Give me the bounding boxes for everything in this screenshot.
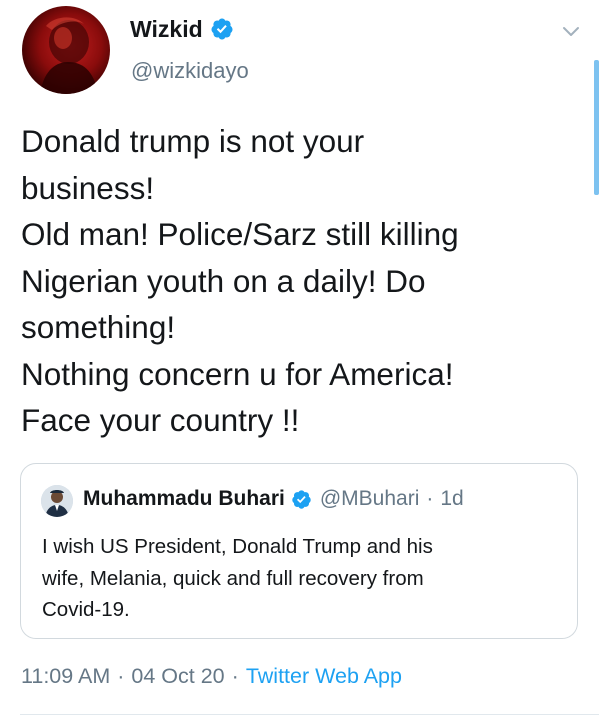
author-name[interactable]: Wizkid	[130, 14, 203, 44]
author-handle[interactable]: @wizkidayo	[131, 56, 249, 86]
verified-badge-icon	[291, 489, 312, 510]
author-name-row[interactable]: Wizkid	[130, 14, 234, 44]
separator-dot: ·	[117, 664, 125, 688]
author-avatar[interactable]	[22, 6, 110, 94]
quoted-author-name[interactable]: Muhammadu Buhari	[83, 484, 285, 514]
verified-badge-icon	[210, 17, 234, 41]
profile-photo-icon	[40, 17, 98, 94]
separator-dot: ·	[426, 487, 434, 510]
tweet-time[interactable]: 11:09 AM	[21, 664, 110, 688]
tweet-source-link[interactable]: Twitter Web App	[246, 664, 402, 688]
tweet-date[interactable]: 04 Oct 20	[131, 664, 224, 688]
more-options-button[interactable]	[560, 20, 582, 42]
profile-photo-icon	[41, 485, 73, 517]
tweet-metadata: 11:09 AM · 04 Oct 20 · Twitter Web App	[21, 661, 402, 691]
separator-dot: ·	[231, 664, 239, 688]
quoted-tweet-text: I wish US President, Donald Trump and hi…	[42, 535, 433, 621]
quoted-tweet-time[interactable]: 1d	[440, 484, 463, 514]
quoted-author-avatar[interactable]	[41, 485, 73, 517]
quoted-author-handle[interactable]: @MBuhari	[320, 484, 420, 514]
quoted-tweet-card[interactable]: Muhammadu Buhari @MBuhari · 1d I wish US…	[20, 463, 578, 639]
quoted-tweet-header: Muhammadu Buhari @MBuhari · 1d	[83, 484, 464, 514]
scrollbar-thumb[interactable]	[594, 60, 599, 195]
tweet: Wizkid @wizkidayo Donald trump is not yo…	[0, 0, 599, 720]
divider	[20, 714, 599, 715]
chevron-down-icon	[563, 27, 579, 36]
tweet-text: Donald trump is not your business! Old m…	[21, 123, 459, 438]
